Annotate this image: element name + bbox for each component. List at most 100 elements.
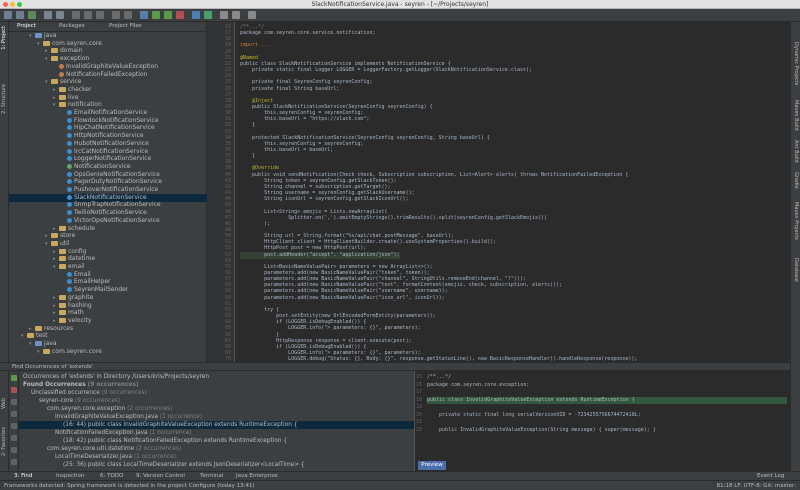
settings-icon[interactable] — [220, 11, 228, 19]
paste-icon[interactable] — [96, 11, 104, 19]
find-result-row[interactable]: Found Occurrences (9 occurrences) — [19, 381, 139, 389]
run-icon[interactable] — [152, 11, 160, 19]
class-icon — [67, 133, 72, 139]
tab-java-enterprise[interactable]: Java Enterprise — [236, 473, 278, 479]
structure-icon[interactable] — [232, 11, 240, 19]
find-result-row[interactable]: Unclassified occurrence (9 occurrences) — [19, 389, 147, 397]
replace-icon[interactable] — [124, 11, 132, 19]
find-result-row[interactable]: InvalidGraphiteValueException.java (1 oc… — [19, 413, 202, 421]
tab-packages[interactable]: Packages — [59, 23, 85, 29]
find-result-row[interactable]: (25: 36) public class LocalTimeDeseriali… — [19, 461, 305, 469]
help-icon[interactable] — [248, 11, 256, 19]
code-line[interactable]: } — [240, 153, 255, 161]
code-line[interactable]: import ... — [240, 42, 270, 50]
copy-icon[interactable] — [84, 11, 92, 19]
class-icon — [67, 140, 72, 146]
code-line[interactable]: ); — [240, 221, 270, 229]
stripe-database-tab[interactable]: Database — [793, 258, 799, 282]
export-icon[interactable] — [11, 447, 17, 453]
collapse-all-icon[interactable] — [11, 411, 17, 417]
cut-icon[interactable] — [72, 11, 80, 19]
stripe-web-tab[interactable]: Web — [1, 398, 7, 409]
find-result-row[interactable]: NotificationFailedException.java (1 occu… — [19, 429, 192, 437]
class-icon — [67, 202, 72, 208]
code-line[interactable]: package com.seyren.core.service.notifica… — [240, 30, 375, 38]
pin-icon[interactable] — [11, 459, 17, 465]
stripe-dynamic-projects-tab[interactable]: Dynamic Projects — [793, 42, 799, 85]
find-result-count: (9 occurrences) — [99, 390, 147, 396]
class-icon — [67, 148, 72, 154]
back-icon[interactable] — [44, 11, 52, 19]
code-line[interactable]: post.addHeader("accept", "application/js… — [240, 251, 400, 260]
stripe-project-tab[interactable]: 1: Project — [1, 26, 7, 50]
status-position[interactable]: 81:18 LF: UTF-8: Git: master: — [717, 483, 796, 489]
find-result-text: Occurrences of 'extends' in Directory /U… — [23, 374, 210, 380]
rerun-icon[interactable] — [11, 375, 17, 381]
tab-find[interactable]: 3: Find — [14, 473, 32, 479]
folder-icon — [59, 256, 66, 262]
folder-icon — [43, 348, 50, 354]
folder-icon — [59, 302, 66, 308]
code-line[interactable]: String iconUrl = seyrenConfig.getSlackIc… — [240, 196, 409, 204]
find-result-row[interactable]: (16: 44) public class InvalidGraphiteVal… — [19, 421, 414, 429]
tab-project-files[interactable]: Project Files — [109, 23, 142, 29]
stripe-favorites-tab[interactable]: 2: Favorites — [1, 427, 7, 456]
stripe-maven-build-tab[interactable]: Maven Build — [793, 100, 799, 131]
project-tree-item[interactable]: ▾ com.seyren.core — [9, 348, 207, 356]
code-editor[interactable]: /**...*/package com.seyren.core.service.… — [236, 22, 790, 362]
find-result-text: (25: 36) public class LocalTimeDeseriali… — [63, 462, 305, 468]
build-icon[interactable] — [140, 11, 148, 19]
left-tool-stripe: 1: Project 2: Structure Web 2: Favorites — [0, 22, 9, 481]
code-line[interactable]: Splitter.on(',').omitEmptyStrings().trim… — [240, 215, 547, 223]
code-line[interactable]: } — [240, 122, 255, 130]
tab-event-log[interactable]: Event Log — [757, 473, 784, 479]
save-icon[interactable] — [16, 11, 24, 19]
find-result-row[interactable]: com.seyren.core.util.datetime (2 occurre… — [19, 445, 181, 453]
code-line[interactable]: private final String baseUrl; — [240, 86, 339, 94]
project-tree-label: EmailHelper — [74, 278, 111, 286]
class-icon — [67, 171, 72, 177]
tab-project[interactable]: Project — [17, 23, 36, 29]
find-result-row[interactable]: LocalTimeDeserializer.java (1 occurrence… — [19, 453, 176, 461]
tab-todo[interactable]: 6: TODO — [100, 473, 123, 479]
stripe-maven-projects-tab[interactable]: Maven Projects — [793, 202, 799, 240]
tab-version-control[interactable]: 9: Version Control — [136, 473, 185, 479]
class-icon — [67, 110, 72, 115]
find-icon[interactable] — [112, 11, 120, 19]
preview-line-number: 22 — [416, 426, 423, 433]
find-result-row[interactable]: (18: 42) public class NotificationFailed… — [19, 437, 287, 445]
close-find-icon[interactable] — [11, 387, 17, 393]
tab-terminal[interactable]: Terminal — [200, 473, 223, 479]
find-result-row[interactable]: com.seyren.core.exception (2 occurrences… — [19, 405, 172, 413]
next-occurrence-icon[interactable] — [11, 435, 17, 441]
preview-line-number: 15 — [416, 374, 423, 380]
code-line[interactable]: private static final Logger LOGGER = Log… — [240, 67, 532, 75]
find-result-row[interactable]: Occurrences of 'extends' in Directory /U… — [19, 373, 209, 381]
vcs-update-icon[interactable] — [192, 11, 200, 19]
vcs-commit-icon[interactable] — [204, 11, 212, 19]
expand-all-icon[interactable] — [11, 399, 17, 405]
project-tree-label: com.seyren.core — [52, 39, 102, 47]
previous-occurrence-icon[interactable] — [11, 423, 17, 429]
stripe-structure-tab[interactable]: 2: Structure — [1, 84, 7, 114]
open-folder-icon[interactable] — [4, 11, 12, 19]
status-message[interactable]: Frameworks detected: Spring framework is… — [4, 483, 255, 489]
project-tree-label: test — [36, 332, 48, 340]
code-line[interactable]: parameters.add(new BasicNameValuePair("i… — [240, 295, 445, 303]
stop-icon[interactable] — [176, 11, 184, 19]
class-icon — [67, 187, 72, 192]
sync-icon[interactable] — [28, 11, 36, 19]
preview-tab[interactable]: Preview — [418, 461, 446, 470]
preview-line: package com.seyren.core.exception; — [427, 381, 530, 388]
find-result-row[interactable]: seyren-core (9 occurrences) — [19, 397, 120, 405]
stripe-gradle-tab[interactable]: Gradle — [793, 172, 799, 189]
debug-icon[interactable] — [164, 11, 172, 19]
tab-inspection[interactable]: Inspection — [56, 473, 84, 479]
preview-line-number: 18 — [416, 396, 423, 403]
folder-icon — [59, 225, 66, 231]
stripe-ant-build-tab[interactable]: Ant Build — [793, 140, 799, 163]
code-line[interactable]: this.baseUrl = "https://slack.com"; — [240, 116, 369, 124]
class-icon — [67, 279, 72, 285]
project-tree-label: store — [60, 232, 76, 240]
forward-icon[interactable] — [56, 11, 64, 19]
